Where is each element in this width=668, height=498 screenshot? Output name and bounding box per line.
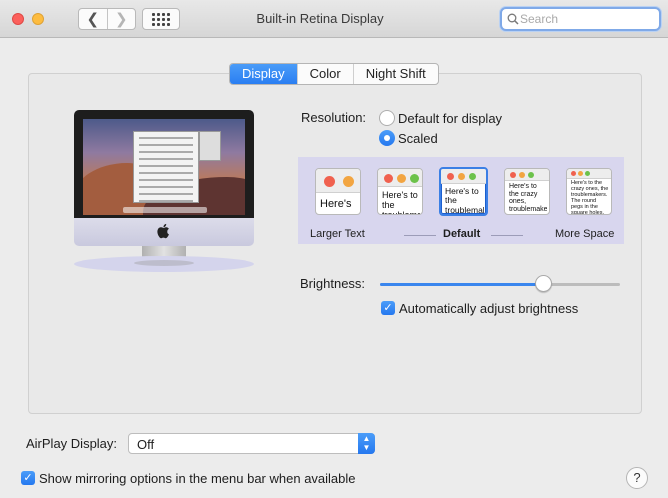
tab-night-shift[interactable]: Night Shift [352, 64, 438, 84]
chevron-right-icon: ❯ [114, 11, 128, 28]
auto-brightness-label[interactable]: Automatically adjust brightness [399, 301, 578, 316]
updown-arrows-icon: ▲ ▼ [358, 433, 375, 454]
more-space-label: More Space [555, 228, 615, 240]
help-button[interactable]: ? [626, 467, 648, 489]
search-field[interactable] [500, 7, 661, 31]
grid-icon [152, 12, 170, 26]
tab-color[interactable]: Color [296, 64, 353, 84]
tab-bar: Display Color Night Shift [229, 63, 439, 85]
larger-text-label: Larger Text [310, 228, 365, 240]
imac-bezel [74, 110, 254, 218]
radio-default-for-display[interactable] [379, 110, 395, 126]
minimize-button-icon[interactable] [32, 13, 44, 25]
close-button-icon[interactable] [12, 13, 24, 25]
scale-option-1-text: Here's [320, 198, 352, 210]
forward-button[interactable]: ❯ [106, 9, 136, 29]
airplay-display-select[interactable]: Off ▲ ▼ [128, 433, 375, 454]
search-input[interactable] [520, 10, 656, 28]
brightness-slider[interactable] [380, 283, 620, 286]
brightness-slider-fill [380, 283, 544, 286]
scale-option-1[interactable]: Here's [315, 168, 361, 215]
mirroring-checkbox[interactable]: ✓ [21, 471, 35, 485]
scale-option-2-text: Here's to the troublemakers [382, 191, 420, 215]
mini-window [199, 131, 221, 161]
mini-dock [123, 207, 207, 213]
scale-option-2[interactable]: Here's to the troublemakers [377, 168, 423, 215]
resolution-label: Resolution: [301, 110, 367, 125]
radio-scaled[interactable] [379, 130, 395, 146]
checkmark-icon: ✓ [23, 472, 33, 484]
window-title: Built-in Retina Display [256, 11, 384, 26]
default-scale-label: Default [443, 228, 481, 240]
scale-option-4[interactable]: Here's to the crazy ones, troublemakers.… [504, 168, 550, 215]
apple-logo-icon [157, 223, 169, 239]
radio-scaled-label[interactable]: Scaled [398, 131, 438, 146]
airplay-display-label: AirPlay Display: [26, 436, 118, 451]
mirroring-label[interactable]: Show mirroring options in the menu bar w… [39, 471, 356, 486]
airplay-display-value: Off [137, 437, 155, 452]
navigation-buttons: ❮ ❯ [78, 8, 136, 30]
search-icon [507, 13, 519, 25]
imac-screen [83, 119, 245, 215]
brightness-slider-knob[interactable] [534, 275, 552, 292]
title-bar: ❮ ❯ Built-in Retina Display [0, 0, 668, 38]
mini-window [133, 131, 199, 203]
scale-option-5[interactable]: Here's to the crazy ones, the troublemak… [566, 168, 612, 215]
chevron-left-icon: ❮ [86, 11, 100, 28]
tab-display[interactable]: Display [230, 64, 297, 84]
show-all-button[interactable] [142, 8, 180, 30]
checkmark-icon: ✓ [383, 302, 393, 314]
scale-option-5-text: Here's to the crazy ones, the troublemak… [571, 180, 609, 215]
back-button[interactable]: ❮ [79, 9, 107, 29]
imac-illustration [74, 110, 254, 272]
scale-option-3-text: Here's to the troublemakers, the ones wh… [445, 187, 484, 215]
auto-brightness-checkbox[interactable]: ✓ [381, 301, 395, 315]
brightness-label: Brightness: [300, 276, 366, 291]
radio-default-label[interactable]: Default for display [398, 111, 502, 126]
scaled-resolution-picker: Here's Here's to the troublemakers Here'… [298, 157, 624, 244]
scale-option-3-default[interactable]: Here's to the troublemakers, the ones wh… [439, 167, 488, 216]
scale-option-4-text: Here's to the crazy ones, troublemakers.… [509, 183, 547, 214]
